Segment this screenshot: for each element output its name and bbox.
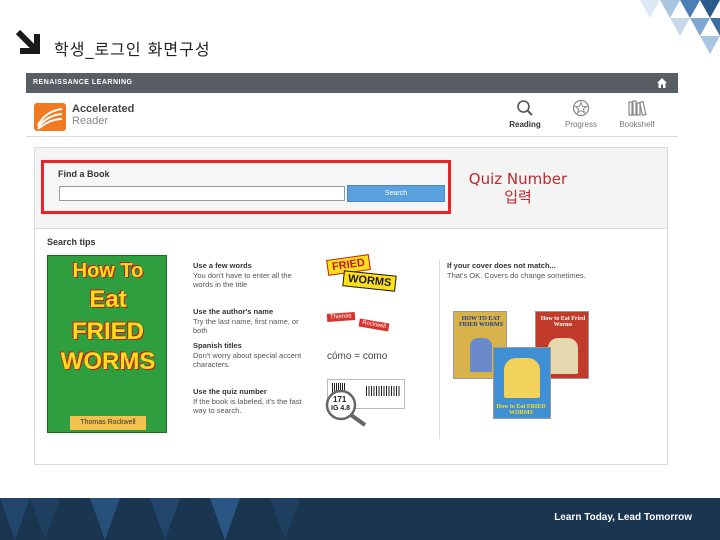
tip-body: Don't worry about special accent charact… — [193, 351, 302, 369]
annotation-line-2: 입력 — [504, 188, 532, 206]
annotation-line-1: Quiz Number — [468, 170, 568, 188]
search-input[interactable] — [59, 186, 345, 201]
search-tips-panel: Search tips How To Eat FRIED WORMS Thoma… — [35, 228, 667, 464]
find-book-highlight: Find a Book Search — [41, 160, 451, 214]
tip-author-name: Use the author's name Try the last name,… — [193, 307, 313, 335]
tip-body: Try the last name, first name, or both — [193, 317, 299, 335]
nav-reading[interactable]: Reading — [500, 97, 550, 135]
home-icon[interactable] — [656, 77, 668, 89]
tip-heading: Use the quiz number — [193, 387, 267, 396]
triangle-pattern — [640, 0, 720, 54]
nav-reading-label: Reading — [509, 120, 541, 129]
alt-cover-title: HOW TO EAT FRIED WORMS — [458, 316, 504, 328]
books-icon — [628, 100, 647, 116]
brand-label: RENAISSANCE LEARNING — [33, 79, 133, 86]
tip-spanish-titles: Spanish titles Don't worry about special… — [193, 341, 313, 369]
tip-quiz-number: Use the quiz number If the book is label… — [193, 387, 313, 415]
find-book-title: Find a Book — [58, 169, 110, 179]
app-name-sub: Reader — [72, 115, 109, 127]
tip-few-words: Use a few words You don't have to enter … — [193, 261, 313, 289]
book-cover-image: How To Eat FRIED WORMS Thomas Rockwell — [47, 255, 167, 433]
example-author-first: Thomas — [326, 312, 355, 322]
slide-title: 학생_로그인 화면구성 — [54, 40, 211, 59]
footer-triangle-pattern — [0, 498, 300, 540]
accelerated-reader-logo — [34, 103, 66, 131]
nav-progress-label: Progress — [564, 120, 597, 129]
alt-cover-3: How to Eat FRIED WORMS — [493, 347, 551, 419]
book-title-line: FRIED — [72, 318, 144, 345]
star-badge-icon — [572, 99, 590, 117]
app-header: Accelerated Reader Reading Progress Book… — [26, 93, 678, 137]
quiz-number-annotation: Quiz Number 입력 — [458, 170, 578, 206]
tip-heading: Spanish titles — [193, 341, 242, 350]
example-author-last: Rockwell — [358, 318, 390, 332]
nav-bookshelf-label: Bookshelf — [619, 120, 655, 129]
nav-bookshelf[interactable]: Bookshelf — [612, 97, 662, 135]
tip-body: You don't have to enter all the words in… — [193, 271, 292, 289]
search-tips-title: Search tips — [47, 237, 96, 247]
tips-divider — [439, 259, 440, 439]
book-title-line: Eat — [89, 286, 127, 313]
barcode-graphic — [366, 386, 400, 396]
cover-figure — [470, 338, 492, 372]
footer-slogan: Learn Today, Lead Tomorrow — [554, 512, 692, 523]
example-spanish-accent: cómo = como — [327, 351, 388, 362]
tip-body: If the book is labeled, it's the fast wa… — [193, 397, 302, 415]
arrow-down-right-icon — [15, 29, 40, 54]
example-quiz-number: 171 — [333, 395, 347, 404]
cover-figure — [504, 358, 540, 398]
tip-heading: Use the author's name — [193, 307, 274, 316]
slide-footer: Learn Today, Lead Tomorrow — [0, 498, 720, 540]
cover-figure — [548, 338, 578, 374]
book-author: Thomas Rockwell — [70, 416, 146, 430]
example-worms-text: WORMS — [342, 270, 398, 292]
tip-body: That's OK. Covers do change sometimes. — [447, 271, 586, 280]
app-screenshot: RENAISSANCE LEARNING Accelerated Reader … — [26, 73, 678, 473]
magnifier-icon — [517, 100, 533, 116]
search-button[interactable]: Search — [347, 185, 445, 202]
alt-cover-title: How to Eat Fried Worms — [540, 316, 586, 328]
tip-cover-match: If your cover does not match... That's O… — [447, 261, 597, 280]
top-bar: RENAISSANCE LEARNING — [26, 73, 678, 93]
nav-progress[interactable]: Progress — [556, 97, 606, 135]
app-name: Accelerated — [72, 103, 135, 115]
slide-header: 학생_로그인 화면구성 — [0, 0, 720, 70]
example-quiz-level: IG 4.8 — [331, 405, 351, 412]
book-title-line: How To — [72, 260, 144, 282]
book-title-line: WORMS — [60, 348, 156, 375]
alt-cover-title: How to Eat FRIED WORMS — [496, 404, 546, 416]
tip-heading: Use a few words — [193, 261, 252, 270]
tip-heading: If your cover does not match... — [447, 261, 556, 270]
